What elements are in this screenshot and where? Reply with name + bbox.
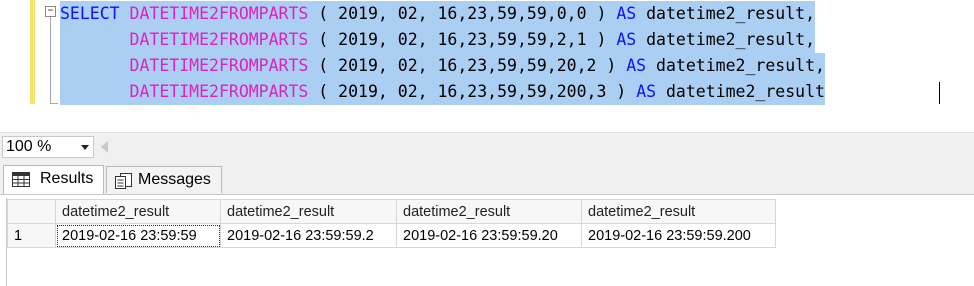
results-pane: datetime2_result datetime2_result dateti… bbox=[0, 194, 974, 286]
sql-text: datetime2_result bbox=[656, 82, 825, 101]
results-grid[interactable]: datetime2_result datetime2_result dateti… bbox=[7, 199, 776, 248]
messages-icon bbox=[115, 173, 132, 189]
sql-function: DATETIME2FROMPARTS bbox=[129, 30, 309, 49]
tab-results-label: Results bbox=[40, 170, 94, 187]
column-header[interactable]: datetime2_result bbox=[220, 199, 397, 224]
grid-corner[interactable] bbox=[7, 199, 56, 224]
sql-text: datetime2_result, bbox=[636, 4, 815, 23]
sql-keyword: SELECT bbox=[60, 4, 120, 23]
query-editor[interactable]: − SELECT DATETIME2FROMPARTS ( 2019, 02, … bbox=[0, 0, 974, 132]
scroll-left-arrow-icon[interactable] bbox=[101, 141, 108, 153]
results-tab-bar: Results Messages bbox=[0, 160, 974, 194]
zoom-dropdown[interactable]: 100 % bbox=[2, 136, 94, 158]
grid-cell[interactable]: 2019-02-16 23:59:59 bbox=[55, 223, 221, 248]
table-row: 1 2019-02-16 23:59:59 2019-02-16 23:59:5… bbox=[7, 223, 776, 248]
grid-cell[interactable]: 2019-02-16 23:59:59.2 bbox=[220, 223, 397, 248]
code-line-4[interactable]: DATETIME2FROMPARTS ( 2019, 02, 16,23,59,… bbox=[60, 79, 825, 105]
sql-text: datetime2_result, bbox=[636, 30, 815, 49]
tab-messages[interactable]: Messages bbox=[106, 166, 222, 193]
column-header[interactable]: datetime2_result bbox=[55, 199, 221, 224]
fold-guide-end bbox=[50, 103, 58, 104]
change-margin bbox=[30, 0, 35, 104]
grid-header-row: datetime2_result datetime2_result dateti… bbox=[7, 199, 776, 224]
column-header[interactable]: datetime2_result bbox=[581, 199, 776, 224]
sql-keyword: AS bbox=[636, 82, 657, 101]
fold-guide bbox=[50, 17, 51, 103]
sql-function: DATETIME2FROMPARTS bbox=[129, 82, 309, 101]
grid-cell[interactable]: 2019-02-16 23:59:59.200 bbox=[581, 223, 776, 248]
sql-keyword: AS bbox=[616, 4, 637, 23]
tab-messages-label: Messages bbox=[138, 171, 211, 188]
editor-status-bar: 100 % bbox=[0, 132, 974, 161]
text-cursor bbox=[939, 82, 940, 104]
code-line-2[interactable]: DATETIME2FROMPARTS ( 2019, 02, 16,23,59,… bbox=[60, 27, 815, 53]
zoom-value: 100 % bbox=[6, 138, 52, 155]
sql-function: DATETIME2FROMPARTS bbox=[129, 4, 309, 23]
sql-text: ( 2019, 02, 16,23,59,59,2,1 ) bbox=[308, 30, 617, 49]
sql-text: ( 2019, 02, 16,23,59,59,0,0 ) bbox=[308, 4, 617, 23]
sql-keyword: AS bbox=[626, 56, 647, 75]
chevron-down-icon[interactable] bbox=[81, 145, 89, 150]
tab-results[interactable]: Results bbox=[3, 165, 104, 194]
collapse-icon[interactable]: − bbox=[45, 6, 56, 17]
column-header[interactable]: datetime2_result bbox=[396, 199, 582, 224]
sql-function: DATETIME2FROMPARTS bbox=[129, 56, 309, 75]
row-number[interactable]: 1 bbox=[7, 223, 56, 248]
sql-text: ( 2019, 02, 16,23,59,59,200,3 ) bbox=[308, 82, 637, 101]
code-line-3[interactable]: DATETIME2FROMPARTS ( 2019, 02, 16,23,59,… bbox=[60, 53, 825, 79]
grid-cell[interactable]: 2019-02-16 23:59:59.20 bbox=[396, 223, 582, 248]
grid-icon bbox=[12, 172, 30, 187]
sql-text: datetime2_result, bbox=[646, 56, 825, 75]
sql-text: ( 2019, 02, 16,23,59,59,20,2 ) bbox=[308, 56, 627, 75]
sql-keyword: AS bbox=[616, 30, 637, 49]
code-line-1[interactable]: SELECT DATETIME2FROMPARTS ( 2019, 02, 16… bbox=[60, 1, 815, 27]
